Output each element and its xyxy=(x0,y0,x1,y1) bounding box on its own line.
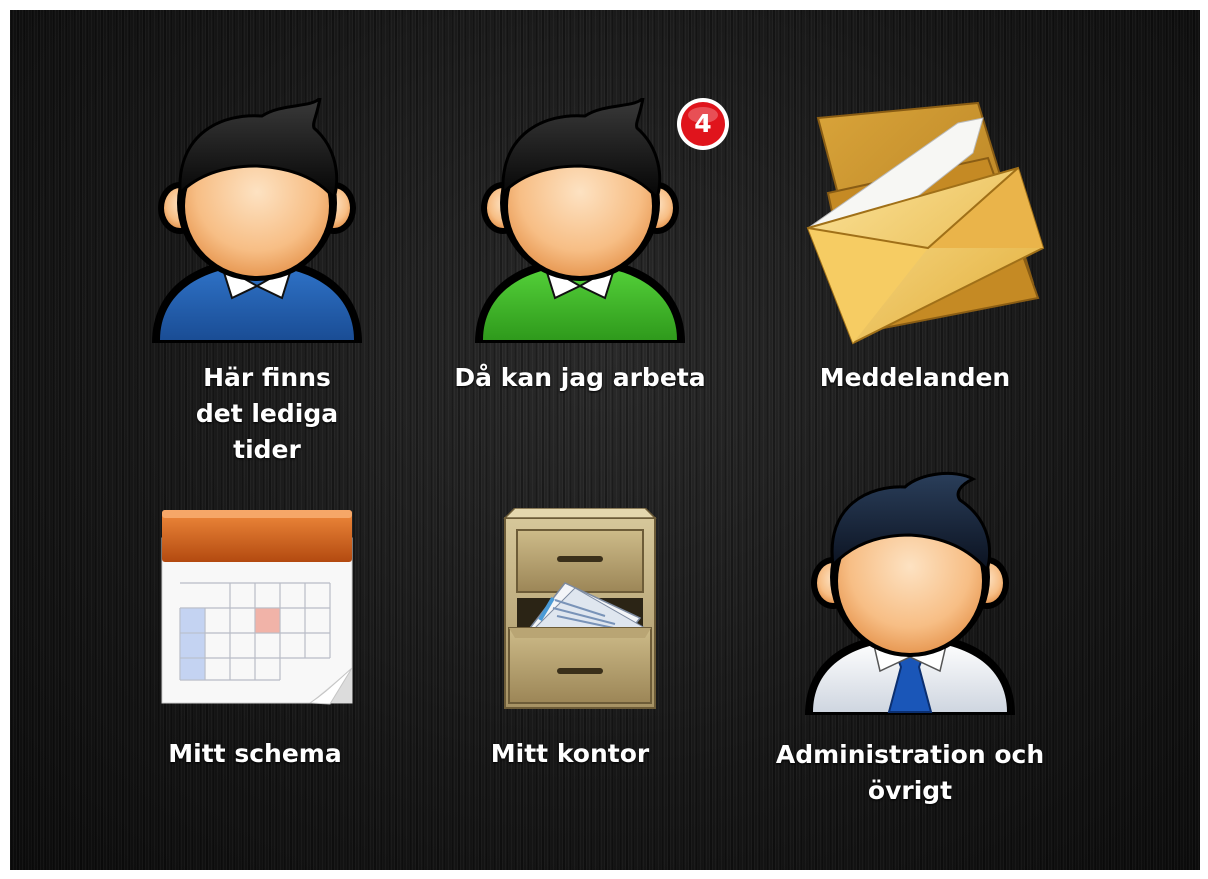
notification-badge: 4 xyxy=(676,97,730,151)
tile-administration[interactable]: Administration och övrigt xyxy=(750,465,1070,835)
tile-label: Då kan jag arbeta xyxy=(454,363,706,392)
tile-label: Administration och övrigt xyxy=(775,740,1045,805)
user-green-shirt-icon xyxy=(475,98,685,343)
tile-label: Här finns det lediga tider xyxy=(195,363,339,464)
tile-label: Mitt schema xyxy=(168,739,342,768)
tile-kan-jag-arbeta[interactable]: 4 Då kan jag arbeta xyxy=(440,98,760,448)
tile-mitt-kontor[interactable]: Mitt kontor xyxy=(440,508,720,828)
tile-label: Meddelanden xyxy=(819,363,1011,392)
badge-count: 4 xyxy=(694,109,712,138)
tile-mitt-schema[interactable]: Mitt schema xyxy=(120,508,400,828)
tile-lediga-tider[interactable]: Här finns det lediga tider xyxy=(127,98,407,464)
user-admin-tie-icon xyxy=(805,472,1015,715)
calendar-icon xyxy=(161,510,353,705)
envelope-icon xyxy=(806,101,1045,345)
tile-meddelanden[interactable]: Meddelanden xyxy=(770,98,1060,448)
file-cabinet-icon xyxy=(503,508,657,709)
main-menu: Här finns det lediga tider 4 Då kan jag … xyxy=(10,10,1200,870)
tile-label: Mitt kontor xyxy=(490,739,650,768)
user-blue-shirt-icon xyxy=(152,98,362,343)
